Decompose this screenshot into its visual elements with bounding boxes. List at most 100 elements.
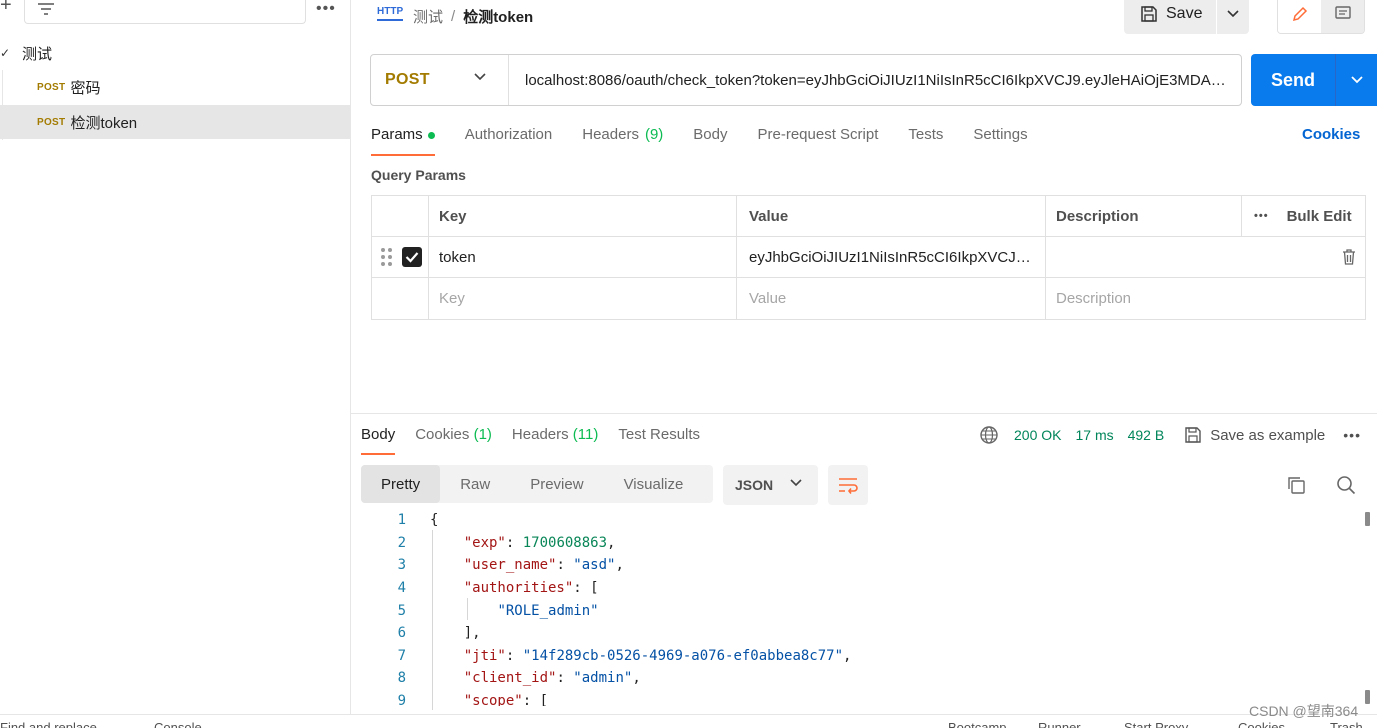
response-tab-test-results[interactable]: Test Results xyxy=(618,425,700,455)
drag-handle-icon[interactable] xyxy=(381,248,393,266)
tab-label: Headers xyxy=(511,426,569,443)
request-name: 检测token xyxy=(70,114,138,132)
param-value-text: eyJhbGciOiJIUzI1NiIsInR5cCI6IkpXVCJ9.eyJ… xyxy=(749,248,1037,266)
sidebar-more-icon[interactable]: ••• xyxy=(316,0,336,18)
status-code[interactable]: 200 OK xyxy=(1014,427,1061,443)
tab-tests[interactable]: Tests xyxy=(908,124,943,156)
more-options-icon[interactable]: ••• xyxy=(1254,210,1269,222)
wrap-lines-button[interactable] xyxy=(828,465,868,505)
new-value-input[interactable]: Value xyxy=(737,278,1046,319)
code-line: 5 "ROLE_admin" xyxy=(361,599,1361,622)
language-value: JSON xyxy=(735,477,774,493)
tab-headers[interactable]: Headers (9) xyxy=(582,124,663,156)
chevron-down-icon[interactable]: ✓ xyxy=(0,46,14,60)
trash-button[interactable]: Trash xyxy=(1330,720,1363,728)
bulk-edit-button[interactable]: Bulk Edit xyxy=(1287,208,1352,225)
tab-count: (11) xyxy=(572,426,599,443)
url-input[interactable]: localhost:8086/oauth/check_token?token=e… xyxy=(509,72,1241,89)
response-tab-cookies[interactable]: Cookies (1) xyxy=(415,425,492,455)
cookies-link[interactable]: Cookies xyxy=(1302,126,1360,143)
trash-icon[interactable] xyxy=(1341,248,1357,266)
chevron-down-icon xyxy=(474,73,486,81)
tab-params[interactable]: Params xyxy=(371,124,435,156)
response-format-tabs: Pretty Raw Preview Visualize xyxy=(361,465,713,503)
runner-button[interactable]: Runner xyxy=(1038,720,1081,728)
copy-icon[interactable] xyxy=(1286,475,1306,495)
sidebar-request-item-selected[interactable]: POST 检测token xyxy=(0,105,350,139)
globe-icon[interactable] xyxy=(979,425,999,445)
search-icon[interactable] xyxy=(1336,475,1356,495)
format-tab-raw[interactable]: Raw xyxy=(440,465,510,503)
request-header: HTTP 测试 / 检测token Save xyxy=(351,0,1377,38)
breadcrumb-separator: / xyxy=(451,8,456,25)
format-tab-pretty[interactable]: Pretty xyxy=(361,465,441,503)
wrap-lines-icon xyxy=(839,478,858,494)
sidebar-request-item[interactable]: POST 密码 xyxy=(0,70,350,104)
console-button[interactable]: Console xyxy=(154,720,202,728)
param-key-cell[interactable]: token xyxy=(429,237,737,277)
breadcrumb-parent[interactable]: 测试 xyxy=(413,6,443,27)
scrollbar[interactable] xyxy=(1365,512,1370,526)
start-proxy-button[interactable]: Start Proxy xyxy=(1124,720,1188,728)
save-button[interactable]: Save xyxy=(1124,0,1216,34)
response-divider[interactable] xyxy=(351,413,1377,414)
bootcamp-button[interactable]: Bootcamp xyxy=(948,720,1007,728)
chevron-down-icon xyxy=(790,479,802,487)
response-time[interactable]: 17 ms xyxy=(1075,427,1113,443)
new-key-input[interactable]: Key xyxy=(429,278,737,319)
http-icon: HTTP xyxy=(377,7,404,21)
cookies-button[interactable]: Cookies xyxy=(1238,720,1285,728)
request-tabs: Params Authorization Headers (9) Body Pre… xyxy=(371,124,1058,156)
find-replace-button[interactable]: Find and replace xyxy=(0,720,97,728)
sidebar-search-input[interactable] xyxy=(24,0,306,24)
comments-button[interactable] xyxy=(1321,0,1364,33)
tab-label: Params xyxy=(371,126,423,143)
method-select[interactable]: POST xyxy=(371,55,509,105)
format-tab-visualize[interactable]: Visualize xyxy=(604,465,704,503)
response-tabs: Body Cookies (1) Headers (11) Test Resul… xyxy=(361,425,720,455)
tab-body[interactable]: Body xyxy=(693,124,727,156)
save-as-example-button[interactable]: Save as example xyxy=(1210,427,1325,444)
comment-icon xyxy=(1334,6,1351,19)
add-icon[interactable]: + xyxy=(0,0,12,17)
scrollbar[interactable] xyxy=(1365,690,1370,704)
response-tab-headers[interactable]: Headers (11) xyxy=(512,425,598,455)
query-params-title: Query Params xyxy=(371,167,466,183)
bulk-edit-area: ••• Bulk Edit xyxy=(1242,196,1365,236)
save-dropdown-button[interactable] xyxy=(1217,0,1249,34)
format-tab-preview[interactable]: Preview xyxy=(510,465,603,503)
filter-icon[interactable] xyxy=(36,2,56,18)
new-description-input[interactable]: Description xyxy=(1046,278,1365,319)
collection-item[interactable]: ✓ 测试 xyxy=(0,40,351,66)
table-header-row: Key Value Description ••• Bulk Edit xyxy=(372,196,1365,237)
chevron-down-icon xyxy=(1227,10,1239,18)
column-header-key: Key xyxy=(429,196,737,236)
code-text: "client_id": "admin", xyxy=(463,670,641,687)
language-select[interactable]: JSON xyxy=(723,465,818,505)
send-button[interactable]: Send xyxy=(1251,54,1335,106)
line-number: 9 xyxy=(397,693,406,706)
breadcrumb-current[interactable]: 检测token xyxy=(463,6,533,27)
query-params-table: Key Value Description ••• Bulk Edit toke… xyxy=(371,195,1366,320)
row-controls xyxy=(372,278,429,319)
request-name: 密码 xyxy=(70,79,101,97)
tab-authorization[interactable]: Authorization xyxy=(465,124,553,156)
param-description-cell[interactable] xyxy=(1046,237,1365,277)
save-icon xyxy=(1185,427,1201,443)
response-size[interactable]: 492 B xyxy=(1128,427,1165,443)
response-tab-body[interactable]: Body xyxy=(361,425,396,455)
response-body-code[interactable]: 1{2 "exp": 1700608863, 3 "user_name": "as… xyxy=(361,509,1361,706)
tab-pre-request-script[interactable]: Pre-request Script xyxy=(758,124,879,156)
param-enabled-checkbox[interactable] xyxy=(402,247,422,267)
code-line: 3 "user_name": "asd", xyxy=(361,554,1361,577)
edit-mode-button[interactable] xyxy=(1278,0,1321,33)
row-controls xyxy=(372,237,429,277)
code-text: ], xyxy=(430,625,481,642)
breadcrumb: 测试 / 检测token xyxy=(413,6,533,27)
send-dropdown-button[interactable] xyxy=(1335,54,1377,106)
request-method: POST xyxy=(37,116,66,128)
code-text: "jti": "14f289cb-0526-4969-a076-ef0abbea… xyxy=(463,647,852,664)
tab-settings[interactable]: Settings xyxy=(973,124,1027,156)
response-more-icon[interactable]: ••• xyxy=(1343,427,1361,443)
param-value-cell[interactable]: eyJhbGciOiJIUzI1NiIsInR5cCI6IkpXVCJ9.eyJ… xyxy=(737,237,1046,277)
